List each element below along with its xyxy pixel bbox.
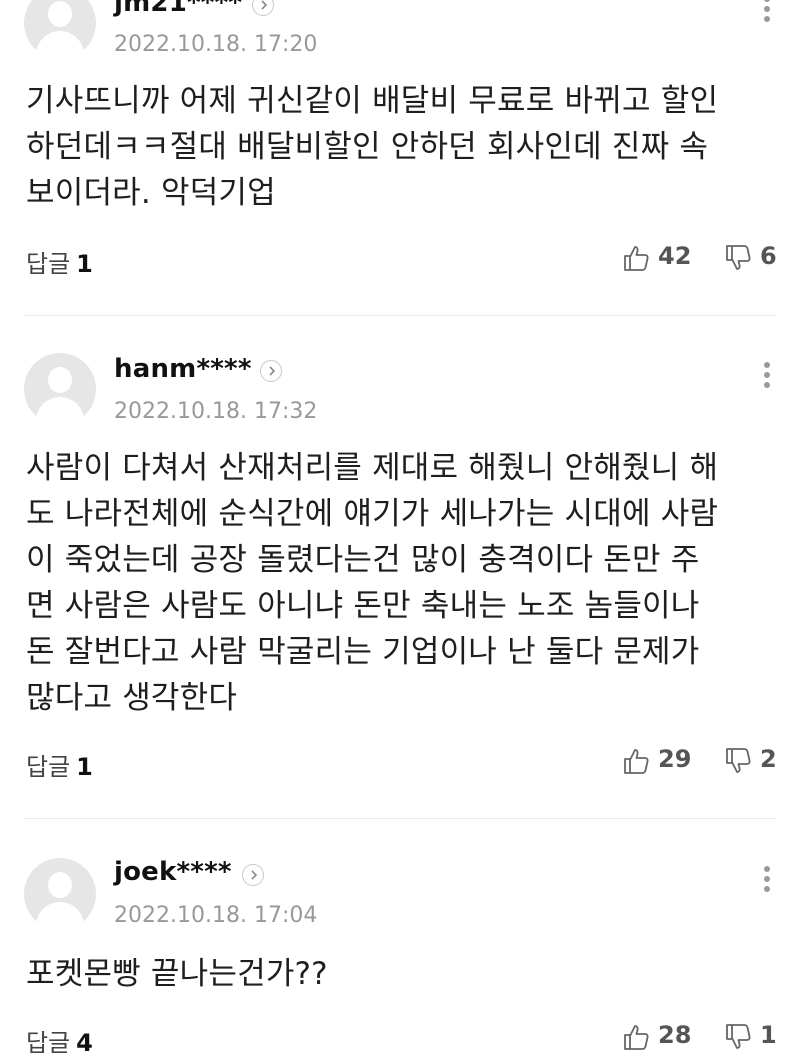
like-count: 42 xyxy=(658,242,692,270)
comment-text-line: 면 사람은 사람도 아니냐 돈만 축내는 노조 놈들이나 xyxy=(26,588,700,624)
comment-username[interactable]: joek**** xyxy=(114,857,232,887)
reply-count: 4 xyxy=(76,1029,93,1057)
default-avatar-icon[interactable] xyxy=(24,353,96,425)
comment-timestamp: 2022.10.18. 17:20 xyxy=(114,32,318,57)
dislike-count: 1 xyxy=(760,1021,777,1049)
more-vertical-icon[interactable] xyxy=(762,862,772,896)
comment-text-line: 보이더라. 악덕기업 xyxy=(26,175,276,211)
comment-timestamp: 2022.10.18. 17:32 xyxy=(114,399,318,424)
comment-text-line: 돈 잘번다고 사람 막굴리는 기업이나 난 둘다 문제가 xyxy=(26,634,700,670)
default-avatar-icon[interactable] xyxy=(24,0,96,59)
chevron-right-icon[interactable] xyxy=(260,360,282,382)
chevron-right-icon[interactable] xyxy=(252,0,274,16)
reply-button[interactable]: 답글 1 xyxy=(26,747,93,782)
thumbs-up-icon xyxy=(624,749,649,774)
comment-text-line: 기사뜨니까 어제 귀신같이 배달비 무료로 바뀌고 할인 xyxy=(26,83,719,119)
comment-divider xyxy=(24,315,776,316)
like-count: 29 xyxy=(658,745,692,773)
more-vertical-icon[interactable] xyxy=(762,0,772,26)
default-avatar-icon[interactable] xyxy=(24,858,96,930)
like-count: 28 xyxy=(658,1021,692,1049)
comment-body: 사람이 다쳐서 산재처리를 제대로 해줬니 안해줬니 해 도 나라전체에 순식간… xyxy=(26,445,776,721)
comment-text-line: 하던데ㅋㅋ절대 배달비할인 안하던 회사인데 진짜 속 xyxy=(26,129,709,165)
comment-body: 포켓몬빵 끝나는건가?? xyxy=(26,951,776,997)
reply-button[interactable]: 답글 1 xyxy=(26,244,93,279)
comment-text-line: 사람이 다쳐서 산재처리를 제대로 해줬니 안해줬니 해 xyxy=(26,450,719,486)
reply-label: 답글 xyxy=(26,250,71,278)
thumbs-down-icon xyxy=(726,1024,751,1049)
thumbs-down-icon xyxy=(726,245,751,270)
thumbs-down-icon xyxy=(726,748,751,773)
thumbs-up-icon xyxy=(624,246,649,271)
comment-text-line: 도 나라전체에 순식간에 얘기가 세나가는 시대에 사람 xyxy=(26,496,719,532)
reply-count: 1 xyxy=(76,753,93,781)
more-vertical-icon[interactable] xyxy=(762,358,772,392)
thumbs-up-icon xyxy=(624,1025,649,1050)
reply-count: 1 xyxy=(76,250,93,278)
chevron-right-icon[interactable] xyxy=(242,864,264,886)
comment-text-line: 이 죽었는데 공장 돌렸다는건 많이 충격이다 돈만 주 xyxy=(26,542,700,578)
dislike-count: 2 xyxy=(760,745,777,773)
comment-text-line: 많다고 생각한다 xyxy=(26,680,238,716)
comment-username[interactable]: jm21**** xyxy=(114,0,242,18)
comment-body: 기사뜨니까 어제 귀신같이 배달비 무료로 바뀌고 할인 하던데ㅋㅋ절대 배달비… xyxy=(26,78,776,216)
dislike-count: 6 xyxy=(760,242,777,270)
reply-label: 답글 xyxy=(26,1029,71,1057)
comment-divider xyxy=(24,818,776,819)
comment-username[interactable]: hanm**** xyxy=(114,354,252,384)
reply-button[interactable]: 답글 4 xyxy=(26,1023,93,1058)
comment-text-line: 포켓몬빵 끝나는건가?? xyxy=(26,956,328,992)
comment-timestamp: 2022.10.18. 17:04 xyxy=(114,903,318,928)
reply-label: 답글 xyxy=(26,753,71,781)
